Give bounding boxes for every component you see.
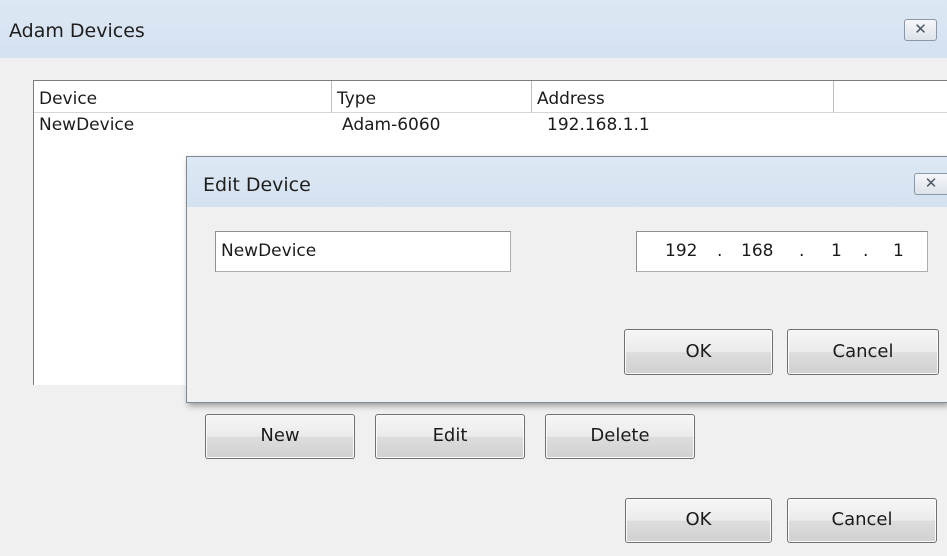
list-item-type[interactable]: Adam-6060 xyxy=(342,115,441,135)
ip-octet-3[interactable]: 1 xyxy=(831,241,842,261)
edit-dialog-titlebar[interactable]: Edit Device ✕ xyxy=(187,157,947,207)
device-name-field[interactable]: NewDevice xyxy=(215,231,511,272)
new-button[interactable]: New xyxy=(205,414,355,459)
ip-octet-1[interactable]: 192 xyxy=(665,241,697,261)
column-header-address[interactable]: Address xyxy=(532,81,834,113)
column-header-empty[interactable] xyxy=(834,81,947,113)
edit-button[interactable]: Edit xyxy=(375,414,525,459)
close-icon[interactable]: ✕ xyxy=(914,173,947,195)
ok-button[interactable]: OK xyxy=(625,498,772,543)
edit-device-dialog: Edit Device ✕ NewDevice 192 . 168 . 1 . … xyxy=(186,156,947,403)
ip-octet-2[interactable]: 168 xyxy=(741,241,773,261)
dialog-title: Edit Device xyxy=(203,174,311,196)
ip-separator: . xyxy=(799,241,805,261)
column-header-type[interactable]: Type xyxy=(332,81,532,113)
window-title: Adam Devices xyxy=(9,20,145,42)
dialog-ok-button[interactable]: OK xyxy=(624,329,773,375)
ip-separator: . xyxy=(863,241,869,261)
cancel-button[interactable]: Cancel xyxy=(787,498,937,543)
list-item-device[interactable]: NewDevice xyxy=(39,115,134,135)
close-icon[interactable]: ✕ xyxy=(904,19,937,41)
main-titlebar[interactable]: Adam Devices ✕ xyxy=(0,0,947,58)
ip-octet-4[interactable]: 1 xyxy=(893,241,904,261)
column-header-device[interactable]: Device xyxy=(34,81,332,113)
list-item-address[interactable]: 192.168.1.1 xyxy=(547,115,650,135)
ip-separator: . xyxy=(717,241,723,261)
ip-address-field[interactable]: 192 . 168 . 1 . 1 xyxy=(636,231,928,272)
delete-button[interactable]: Delete xyxy=(545,414,695,459)
dialog-cancel-button[interactable]: Cancel xyxy=(787,329,939,375)
